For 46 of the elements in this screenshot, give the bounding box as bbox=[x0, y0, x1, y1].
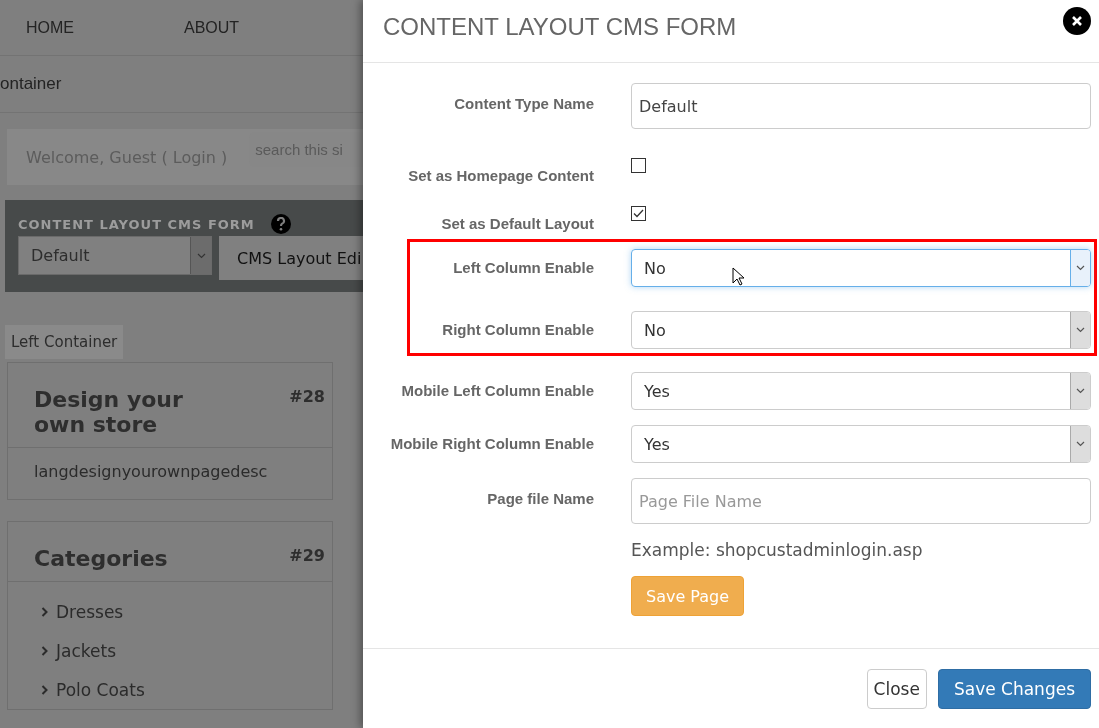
select-field[interactable]: Default bbox=[18, 236, 212, 275]
chevron-down-icon bbox=[1076, 388, 1085, 394]
close-icon[interactable] bbox=[1063, 7, 1091, 35]
card-number: #28 bbox=[289, 387, 325, 408]
field-label: Page file Name bbox=[486, 489, 594, 509]
chevron-right-icon bbox=[41, 606, 48, 617]
card-title: Categories bbox=[34, 546, 169, 571]
category-link[interactable]: Jackets bbox=[56, 640, 116, 661]
panel-title: CONTENT LAYOUT CMS FORM bbox=[18, 216, 255, 232]
select-field[interactable]: No bbox=[631, 311, 1091, 349]
field-label: Set as Default Layout bbox=[440, 214, 594, 234]
select-field[interactable]: Yes bbox=[631, 372, 1091, 410]
field-label: Left Column Enable bbox=[452, 258, 594, 278]
checkbox[interactable] bbox=[631, 158, 646, 173]
modal-title: CONTENT LAYOUT CMS FORM bbox=[383, 13, 737, 41]
card-title: Design your own store bbox=[34, 387, 184, 437]
field-label: Set as Homepage Content bbox=[407, 166, 594, 186]
chevron-right-icon bbox=[41, 684, 48, 695]
chevron-down-icon bbox=[1076, 441, 1085, 447]
text-field[interactable]: Default bbox=[631, 83, 1091, 129]
chevron-down-icon bbox=[196, 252, 206, 259]
layout-editor-button[interactable]: CMS Layout Edi bbox=[219, 236, 363, 280]
nav-link[interactable]: HOME bbox=[26, 18, 74, 37]
chevron-down-icon bbox=[1076, 327, 1085, 333]
checkbox[interactable] bbox=[631, 206, 646, 221]
chevron-down-icon bbox=[1076, 265, 1085, 271]
select-field[interactable]: Yes bbox=[631, 425, 1091, 463]
card-number: #29 bbox=[289, 546, 325, 567]
category-link[interactable]: Polo Coats bbox=[56, 679, 145, 700]
chevron-right-icon bbox=[41, 645, 48, 656]
nav-link[interactable]: ABOUT bbox=[184, 18, 240, 37]
text-field[interactable]: Page File Name bbox=[631, 478, 1091, 524]
field-label: Mobile Right Column Enable bbox=[389, 434, 594, 454]
section-heading: ontainer bbox=[0, 74, 62, 95]
hint-text: Example: shopcustadminlogin.asp bbox=[631, 540, 924, 560]
select-field[interactable]: No bbox=[631, 249, 1091, 287]
card-text: langdesignyourownpagedesc bbox=[33, 461, 269, 483]
category-link[interactable]: Dresses bbox=[56, 601, 124, 622]
container-tag: Left Container bbox=[5, 325, 124, 359]
field-label: Mobile Left Column Enable bbox=[400, 381, 594, 401]
help-icon[interactable] bbox=[270, 214, 291, 234]
field-label: Content Type Name bbox=[453, 94, 594, 114]
mouse-pointer-icon bbox=[732, 267, 745, 286]
footer-button[interactable]: Close bbox=[866, 669, 927, 709]
field-label: Right Column Enable bbox=[441, 320, 594, 340]
footer-button[interactable]: Save Changes bbox=[937, 669, 1091, 709]
